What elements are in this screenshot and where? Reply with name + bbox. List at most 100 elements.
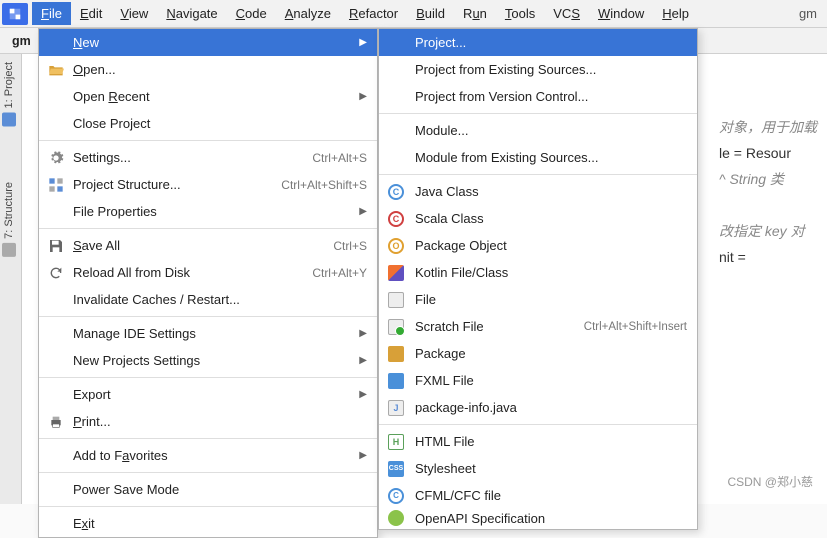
menu-navigate[interactable]: Navigate — [157, 2, 226, 25]
submenu-arrow-icon: ▶ — [359, 355, 367, 366]
menu-edit[interactable]: Edit — [71, 2, 111, 25]
menu-item-label: Project from Existing Sources... — [415, 62, 687, 77]
file-menu-exit[interactable]: Exit — [39, 510, 377, 537]
file-menu-open-[interactable]: Open... — [39, 56, 377, 83]
file-menu-close-project[interactable]: Close Project — [39, 110, 377, 137]
pkgobj-icon: O — [387, 238, 405, 254]
menu-item-label: New — [73, 35, 345, 50]
menu-view[interactable]: View — [111, 2, 157, 25]
scala-icon: C — [387, 211, 405, 227]
new-menu-html-file[interactable]: H HTML File — [379, 428, 697, 455]
menu-item-label: Project Structure... — [73, 177, 273, 192]
folder-icon — [387, 346, 405, 362]
new-menu-java-class[interactable]: CJava Class — [379, 178, 697, 205]
file-menu-manage-ide-settings[interactable]: Manage IDE Settings ▶ — [39, 320, 377, 347]
sidebar-tab-structure[interactable]: 7: Structure — [0, 174, 18, 265]
breadcrumb-root[interactable]: gm — [6, 33, 37, 49]
menu-item-label: Exit — [73, 516, 367, 531]
file-menu-reload-all-from-disk[interactable]: Reload All from DiskCtrl+Alt+Y — [39, 259, 377, 286]
menu-item-label: File — [415, 292, 687, 307]
file-menu-print-[interactable]: Print... — [39, 408, 377, 435]
menu-item-label: Stylesheet — [415, 461, 687, 476]
menu-item-label: Close Project — [73, 116, 367, 131]
menu-code[interactable]: Code — [227, 2, 276, 25]
menu-item-label: OpenAPI Specification — [415, 511, 687, 526]
menu-item-label: FXML File — [415, 373, 687, 388]
menu-item-label: Scratch File — [415, 319, 574, 334]
open-icon — [47, 62, 65, 78]
new-menu-module-from-existing-sources-[interactable]: Module from Existing Sources... — [379, 144, 697, 171]
file-menu-settings-[interactable]: Settings...Ctrl+Alt+S — [39, 144, 377, 171]
new-menu-scratch-file[interactable]: Scratch File Ctrl+Alt+Shift+Insert — [379, 313, 697, 340]
new-menu-scala-class[interactable]: C Scala Class — [379, 205, 697, 232]
menu-build[interactable]: Build — [407, 2, 454, 25]
menu-item-label: Settings... — [73, 150, 304, 165]
menu-item-label: Kotlin File/Class — [415, 265, 687, 280]
file-menu-project-structure-[interactable]: Project Structure... Ctrl+Alt+Shift+S — [39, 171, 377, 198]
menu-item-label: HTML File — [415, 434, 687, 449]
menu-item-label: Scala Class — [415, 211, 687, 226]
menubar: FileEditViewNavigateCodeAnalyzeRefactorB… — [0, 0, 827, 28]
app-logo — [2, 3, 28, 25]
menu-item-label: New Projects Settings — [73, 353, 345, 368]
menu-vcs[interactable]: VCS — [544, 2, 589, 25]
watermark: CSDN @郑小慈 — [727, 473, 813, 490]
file-menu-add-to-favorites[interactable]: Add to Favorites▶ — [39, 442, 377, 469]
shortcut: Ctrl+Alt+Shift+Insert — [584, 321, 687, 333]
file-menu-new[interactable]: New ▶ — [39, 29, 377, 56]
kotlin-icon — [387, 265, 405, 281]
menu-window[interactable]: Window — [589, 2, 653, 25]
html-icon: H — [387, 434, 405, 450]
file-menu-new-projects-settings[interactable]: New Projects Settings ▶ — [39, 347, 377, 374]
new-menu-fxml-file[interactable]: FXML File — [379, 367, 697, 394]
menu-analyze[interactable]: Analyze — [276, 2, 340, 25]
menu-item-label: CFML/CFC file — [415, 488, 687, 503]
new-menu-stylesheet[interactable]: CSSStylesheet — [379, 455, 697, 482]
menu-item-label: Add to Favorites — [73, 448, 345, 463]
new-submenu: Project... Project from Existing Sources.… — [378, 28, 698, 530]
new-menu-project-from-existing-sources-[interactable]: Project from Existing Sources... — [379, 56, 697, 83]
new-menu-file[interactable]: File — [379, 286, 697, 313]
menu-item-label: Save All — [73, 238, 325, 253]
shortcut: Ctrl+Alt+Shift+S — [281, 178, 367, 192]
sidebar-tab-project[interactable]: 1: Project — [0, 54, 18, 134]
menu-item-label: Java Class — [415, 184, 687, 199]
menu-item-label: Manage IDE Settings — [73, 326, 345, 341]
new-menu-package-object[interactable]: O Package Object — [379, 232, 697, 259]
new-menu-cfml-cfc-file[interactable]: CCFML/CFC file — [379, 482, 697, 509]
new-menu-package[interactable]: Package — [379, 340, 697, 367]
file-menu-power-save-mode[interactable]: Power Save Mode — [39, 476, 377, 503]
menu-file[interactable]: File — [32, 2, 71, 25]
reload-icon — [47, 265, 65, 281]
tool-sidebar: 1: Project 7: Structure — [0, 54, 22, 504]
file-menu-export[interactable]: Export▶ — [39, 381, 377, 408]
menu-item-label: Package Object — [415, 238, 687, 253]
new-menu-package-info-java[interactable]: Jpackage-info.java — [379, 394, 697, 421]
new-menu-project-[interactable]: Project... — [379, 29, 697, 56]
fxml-icon — [387, 373, 405, 389]
submenu-arrow-icon: ▶ — [359, 37, 367, 48]
menu-item-label: package-info.java — [415, 400, 687, 415]
file-menu-invalidate-caches-restart-[interactable]: Invalidate Caches / Restart... — [39, 286, 377, 313]
menu-item-label: Module from Existing Sources... — [415, 150, 687, 165]
file-menu-file-properties[interactable]: File Properties▶ — [39, 198, 377, 225]
submenu-arrow-icon: ▶ — [359, 328, 367, 339]
menu-item-label: Project from Version Control... — [415, 89, 687, 104]
file-menu-save-all[interactable]: Save All Ctrl+S — [39, 232, 377, 259]
file-menu-dropdown: New▶Open...Open Recent▶Close ProjectSett… — [38, 28, 378, 538]
new-menu-module-[interactable]: Module... — [379, 117, 697, 144]
menu-item-label: Open... — [73, 62, 367, 77]
menu-item-label: Module... — [415, 123, 687, 138]
menu-run[interactable]: Run — [454, 2, 496, 25]
new-menu-openapi-specification[interactable]: OpenAPI Specification — [379, 509, 697, 527]
menu-help[interactable]: Help — [653, 2, 698, 25]
file-menu-open-recent[interactable]: Open Recent▶ — [39, 83, 377, 110]
menubar-right-text: gm — [799, 6, 827, 21]
menu-refactor[interactable]: Refactor — [340, 2, 407, 25]
pstruct-icon — [47, 177, 65, 193]
shortcut: Ctrl+S — [333, 239, 367, 253]
new-menu-kotlin-file-class[interactable]: Kotlin File/Class — [379, 259, 697, 286]
menu-item-label: Open Recent — [73, 89, 345, 104]
menu-tools[interactable]: Tools — [496, 2, 544, 25]
new-menu-project-from-version-control-[interactable]: Project from Version Control... — [379, 83, 697, 110]
